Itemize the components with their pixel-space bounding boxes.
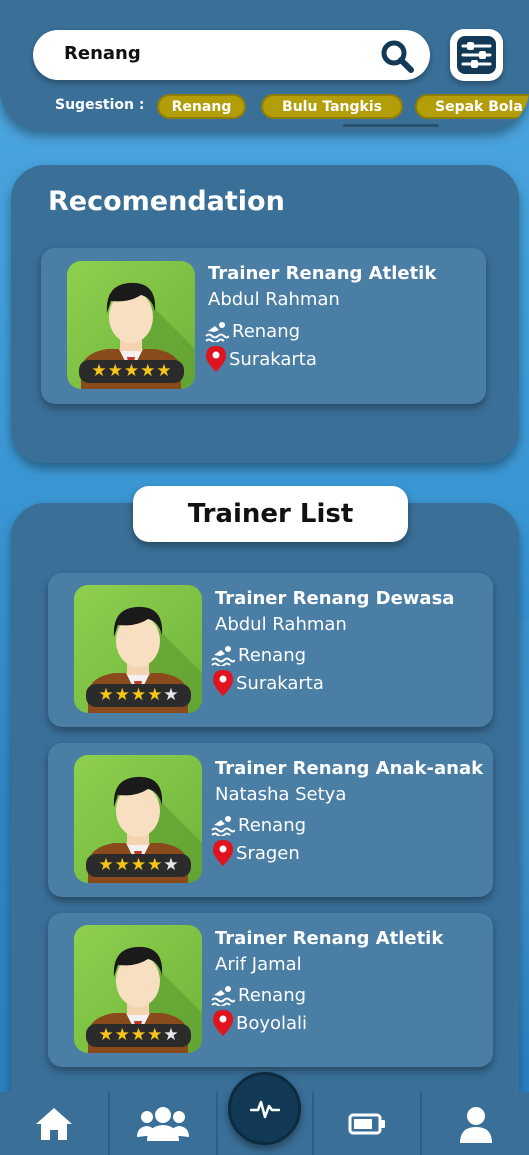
filter-button[interactable] [450, 29, 503, 81]
location-pin-icon [213, 670, 233, 696]
star-icon: ★ [114, 1025, 130, 1045]
location-label: Boyolali [236, 1012, 308, 1034]
sport-row: Renang [211, 814, 306, 836]
search-icon[interactable] [380, 39, 414, 73]
suggestion-label: Sugestion : [55, 97, 145, 113]
recommendation-title: Recomendation [48, 186, 285, 217]
rating-stars: ★ ★ ★ ★ ★ [86, 1024, 191, 1047]
trainer-name: Abdul Rahman [208, 289, 340, 310]
location-label: Sragen [236, 842, 300, 864]
star-icon: ★ [140, 361, 156, 381]
nav-home[interactable] [0, 1092, 108, 1155]
avatar: ★ ★ ★ ★ ★ [67, 261, 195, 389]
star-icon: ★ [114, 685, 130, 705]
rating-stars: ★ ★ ★ ★ ★ [79, 360, 184, 383]
location-row: Sragen [213, 840, 300, 866]
search-value: Renang [64, 43, 141, 64]
trainer-title: Trainer Renang Dewasa [215, 588, 455, 609]
trainer-title: Trainer Renang Anak-anak [215, 758, 484, 779]
trainer-card[interactable]: ★ ★ ★ ★ ★ Trainer Renang Atletik Arif Ja… [48, 913, 493, 1067]
nav-profile[interactable] [422, 1092, 529, 1155]
suggestion-chip[interactable]: Sepak Bola [415, 94, 529, 119]
star-empty-icon: ★ [163, 855, 179, 875]
trainer-card[interactable]: ★ ★ ★ ★ ★ Trainer Renang Anak-anak Natas… [48, 743, 493, 897]
nav-community[interactable] [110, 1092, 216, 1155]
sport-label: Renang [238, 814, 307, 836]
rating-stars: ★ ★ ★ ★ ★ [86, 854, 191, 877]
location-row: Surakarta [213, 670, 324, 696]
trainer-card[interactable]: ★ ★ ★ ★ ★ Trainer Renang Dewasa Abdul Ra… [48, 573, 493, 727]
avatar: ★ ★ ★ ★ ★ [74, 755, 202, 883]
star-icon: ★ [107, 361, 123, 381]
star-icon: ★ [130, 1025, 147, 1045]
star-icon: ★ [147, 685, 163, 705]
star-icon: ★ [130, 855, 147, 875]
sport-label: Renang [238, 644, 307, 666]
star-icon: ★ [98, 1025, 114, 1045]
location-pin-icon [213, 840, 233, 866]
sport-label: Renang [232, 320, 301, 342]
nav-divider [216, 1092, 218, 1155]
location-row: Boyolali [213, 1010, 307, 1036]
trainer-name: Natasha Setya [215, 784, 347, 805]
star-empty-icon: ★ [163, 685, 179, 705]
location-label: Surakarta [229, 348, 317, 370]
location-row: Surakarta [206, 346, 317, 372]
profile-icon [459, 1106, 492, 1143]
recommendation-card[interactable]: ★ ★ ★ ★ ★ Trainer Renang Atletik Abdul R… [41, 248, 486, 404]
swimmer-icon [211, 816, 235, 836]
swimmer-icon [211, 986, 235, 1006]
location-label: Surakarta [236, 672, 324, 694]
trainer-title: Trainer Renang Atletik [215, 928, 444, 949]
home-icon [36, 1107, 72, 1140]
sport-row: Renang [211, 984, 306, 1006]
search-input[interactable]: Renang [33, 30, 430, 80]
sliders-icon [457, 36, 496, 74]
swimmer-icon [205, 322, 229, 342]
rating-stars: ★ ★ ★ ★ ★ [86, 684, 191, 707]
star-icon: ★ [156, 361, 172, 381]
trainer-title: Trainer Renang Atletik [208, 263, 437, 284]
sport-row: Renang [205, 320, 300, 342]
group-icon [137, 1106, 189, 1141]
star-empty-icon: ★ [163, 1025, 179, 1045]
battery-icon [348, 1113, 385, 1134]
sport-row: Renang [211, 644, 306, 666]
suggestion-scrollbar[interactable] [343, 124, 439, 127]
star-icon: ★ [123, 361, 140, 381]
trainer-name: Arif Jamal [215, 954, 302, 975]
sport-label: Renang [238, 984, 307, 1006]
star-icon: ★ [91, 361, 107, 381]
star-icon: ★ [98, 855, 114, 875]
suggestion-chip[interactable]: Bulu Tangkis [261, 94, 403, 119]
swimmer-icon [211, 646, 235, 666]
star-icon: ★ [147, 1025, 163, 1045]
nav-activity[interactable] [228, 1072, 301, 1145]
avatar: ★ ★ ★ ★ ★ [74, 585, 202, 713]
star-icon: ★ [114, 855, 130, 875]
avatar: ★ ★ ★ ★ ★ [74, 925, 202, 1053]
location-pin-icon [213, 1010, 233, 1036]
nav-battery[interactable] [314, 1092, 420, 1155]
star-icon: ★ [130, 685, 147, 705]
trainer-list-title: Trainer List [133, 486, 408, 542]
suggestion-chip[interactable]: Renang [157, 94, 246, 119]
activity-icon [249, 1100, 280, 1118]
star-icon: ★ [98, 685, 114, 705]
trainer-name: Abdul Rahman [215, 614, 347, 635]
header: Renang Sugestion : Renang Bulu Tangkis S… [0, 0, 529, 130]
star-icon: ★ [147, 855, 163, 875]
location-pin-icon [206, 346, 226, 372]
